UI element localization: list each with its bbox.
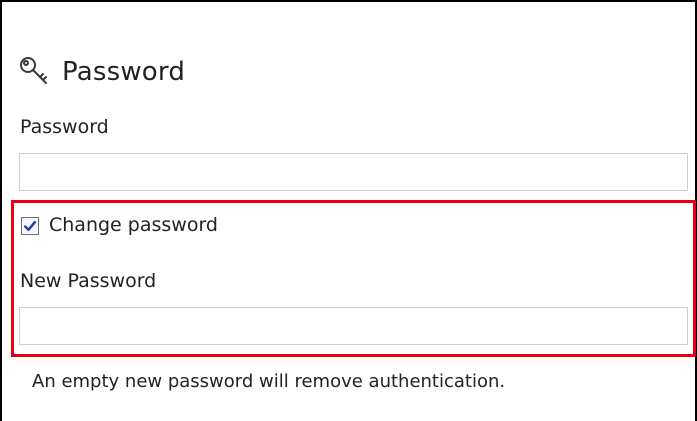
- password-field[interactable]: [19, 153, 688, 191]
- section-header: Password: [18, 52, 185, 92]
- change-password-checkbox[interactable]: [21, 216, 39, 235]
- page-title: Password: [62, 57, 186, 87]
- password-label: Password: [20, 116, 109, 138]
- empty-password-note: An empty new password will remove authen…: [32, 371, 506, 392]
- change-password-label: Change password: [49, 214, 218, 236]
- new-password-field[interactable]: [19, 307, 688, 345]
- check-icon: [24, 220, 36, 231]
- password-settings-panel: Password Password Change password New Pa…: [0, 0, 697, 421]
- new-password-label: New Password: [20, 270, 157, 292]
- change-password-option[interactable]: Change password: [21, 216, 218, 235]
- key-icon: [18, 55, 54, 89]
